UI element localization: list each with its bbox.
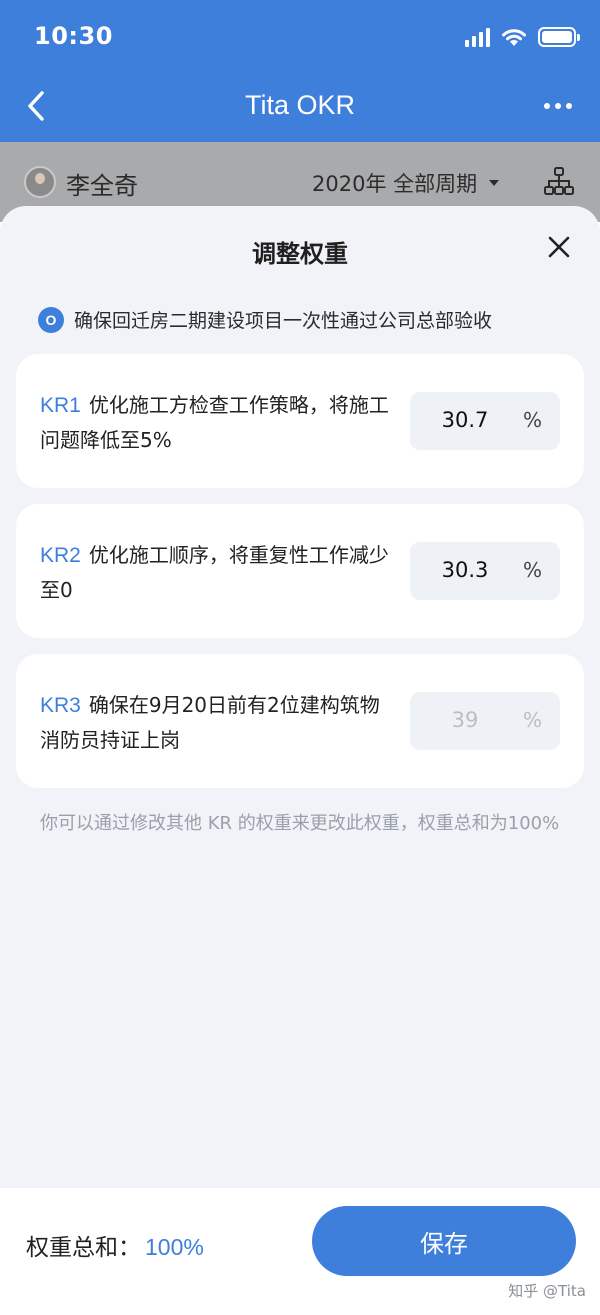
status-icons <box>465 24 580 50</box>
weight-total-label: 权重总和： <box>26 1235 141 1261</box>
signal-icon <box>465 27 490 47</box>
kr-text: 优化施工方检查工作策略，将施工问题降低至5% <box>40 393 389 452</box>
nav-bar: Tita OKR <box>0 72 600 142</box>
kr-weight-input-disabled: 39 % <box>410 692 560 750</box>
percent-unit: % <box>522 408 542 432</box>
org-chart-icon[interactable] <box>544 166 574 196</box>
objective-badge: O <box>38 306 64 333</box>
more-dot-icon <box>555 103 561 109</box>
kr-weight-input[interactable]: 30.3 % <box>410 542 560 600</box>
kr-text: 优化施工顺序，将重复性工作减少至0 <box>40 543 389 602</box>
sheet-title: 调整权重 <box>252 240 348 268</box>
watermark: 知乎 @Tita <box>508 1282 586 1300</box>
caret-down-icon <box>489 180 500 186</box>
more-dot-icon <box>544 103 550 109</box>
objective-text: 确保回迁房二期建设项目一次性通过公司总部验收 <box>74 310 493 332</box>
weight-total-value: 100% <box>145 1234 204 1260</box>
percent-unit: % <box>522 708 542 732</box>
top-bar: 10:30 Tita OKR <box>0 0 600 142</box>
kr-description: KR2 优化施工顺序，将重复性工作减少至0 <box>40 538 396 608</box>
kr-weight-value[interactable]: 30.3 <box>410 558 520 582</box>
kr-text: 确保在9月20日前有2位建构筑物消防员持证上岗 <box>40 693 380 752</box>
kr-card: KR1 优化施工方检查工作策略，将施工问题降低至5% 30.7 % <box>16 354 584 488</box>
weight-total: 权重总和： 100% <box>26 1228 204 1262</box>
battery-icon <box>538 27 580 47</box>
period-label: 2020年 全部周期 <box>312 172 478 196</box>
percent-unit: % <box>522 558 542 582</box>
user-name: 李全奇 <box>66 172 138 200</box>
nav-title: Tita OKR <box>244 90 356 120</box>
adjust-weight-sheet: 调整权重 O 确保回迁房二期建设项目一次性通过公司总部验收 KR1 优化施工方检查… <box>0 206 600 1188</box>
save-button[interactable]: 保存 <box>312 1206 576 1276</box>
status-bar: 10:30 <box>0 0 600 72</box>
kr-code: KR2 <box>40 544 81 567</box>
kr-card: KR2 优化施工顺序，将重复性工作减少至0 30.3 % <box>16 504 584 638</box>
period-selector[interactable]: 2020年 全部周期 <box>312 168 500 198</box>
kr-code: KR1 <box>40 394 81 417</box>
objective: O 确保回迁房二期建设项目一次性通过公司总部验收 <box>38 306 492 333</box>
status-time: 10:30 <box>34 22 113 50</box>
wifi-icon <box>502 29 526 46</box>
footer-bar: 权重总和： 100% 保存 知乎 @Tita <box>0 1188 600 1315</box>
more-dot-icon <box>566 103 572 109</box>
weight-hint: 你可以通过修改其他 KR 的权重来更改此权重，权重总和为100% <box>40 813 560 834</box>
kr-weight-value: 39 <box>451 708 479 732</box>
kr-code: KR3 <box>40 694 81 717</box>
kr-card: KR3 确保在9月20日前有2位建构筑物消防员持证上岗 39 % <box>16 654 584 788</box>
more-button[interactable] <box>538 90 578 122</box>
avatar[interactable] <box>24 166 56 198</box>
close-icon[interactable] <box>544 232 574 262</box>
kr-weight-value[interactable]: 30.7 <box>410 408 520 432</box>
kr-weight-input[interactable]: 30.7 % <box>410 392 560 450</box>
kr-description: KR1 优化施工方检查工作策略，将施工问题降低至5% <box>40 388 396 458</box>
kr-description: KR3 确保在9月20日前有2位建构筑物消防员持证上岗 <box>40 688 396 758</box>
